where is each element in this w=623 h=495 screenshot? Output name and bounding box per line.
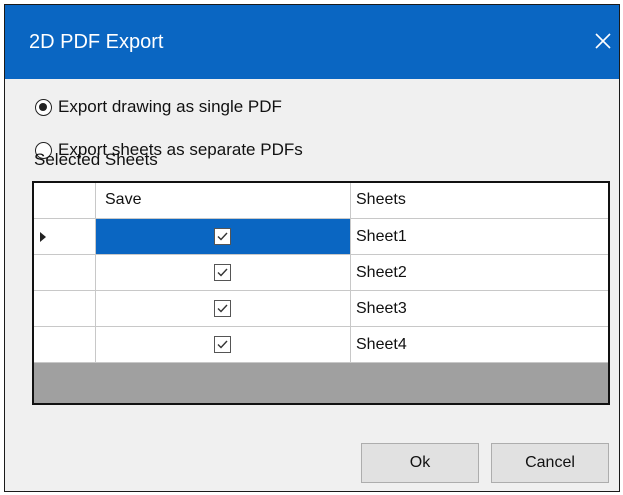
- checkbox-icon[interactable]: [214, 228, 231, 245]
- row-header-corner: [34, 183, 96, 219]
- sheet-name: Sheet2: [356, 264, 407, 281]
- sheets-grid[interactable]: Save Sheets Sheet1 Sheet2 Sheet3 Sheet4: [32, 181, 610, 405]
- column-header-sheets[interactable]: Sheets: [351, 183, 608, 219]
- sheet-name-cell[interactable]: Sheet2: [351, 255, 608, 291]
- title-bar: 2D PDF Export: [5, 5, 619, 79]
- table-row[interactable]: Sheet4: [34, 327, 608, 363]
- table-row[interactable]: Sheet2: [34, 255, 608, 291]
- row-header[interactable]: [34, 255, 96, 291]
- close-button[interactable]: [589, 27, 617, 55]
- sheet-name-cell[interactable]: Sheet3: [351, 291, 608, 327]
- pdf-export-dialog: 2D PDF Export Export drawing as single P…: [4, 4, 620, 492]
- grid-header-row: Save Sheets: [34, 183, 608, 219]
- save-cell[interactable]: [96, 327, 351, 363]
- ok-button[interactable]: Ok: [361, 443, 479, 483]
- row-header[interactable]: [34, 219, 96, 255]
- table-row[interactable]: Sheet3: [34, 291, 608, 327]
- checkbox-icon[interactable]: [214, 264, 231, 281]
- selected-sheets-label: Selected Sheets: [34, 150, 158, 169]
- row-header[interactable]: [34, 327, 96, 363]
- sheet-name: Sheet3: [356, 300, 407, 317]
- radio-icon: [35, 99, 52, 116]
- save-cell[interactable]: [96, 291, 351, 327]
- dialog-title: 2D PDF Export: [29, 31, 164, 53]
- column-header-label: Sheets: [356, 191, 406, 208]
- sheet-name: Sheet4: [356, 336, 407, 353]
- sheet-name-cell[interactable]: Sheet4: [351, 327, 608, 363]
- close-icon: [595, 33, 611, 49]
- sheet-name: Sheet1: [356, 228, 407, 245]
- column-header-save[interactable]: Save: [96, 183, 351, 219]
- row-pointer-icon: [40, 232, 46, 242]
- sheet-name-cell[interactable]: Sheet1: [351, 219, 608, 255]
- checkbox-icon[interactable]: [214, 300, 231, 317]
- checkbox-icon[interactable]: [214, 336, 231, 353]
- table-row[interactable]: Sheet1: [34, 219, 608, 255]
- cancel-button[interactable]: Cancel: [491, 443, 609, 483]
- save-cell[interactable]: [96, 219, 351, 255]
- radio-label: Export drawing as single PDF: [58, 97, 282, 116]
- row-header[interactable]: [34, 291, 96, 327]
- save-cell[interactable]: [96, 255, 351, 291]
- radio-selected-dot: [39, 103, 47, 111]
